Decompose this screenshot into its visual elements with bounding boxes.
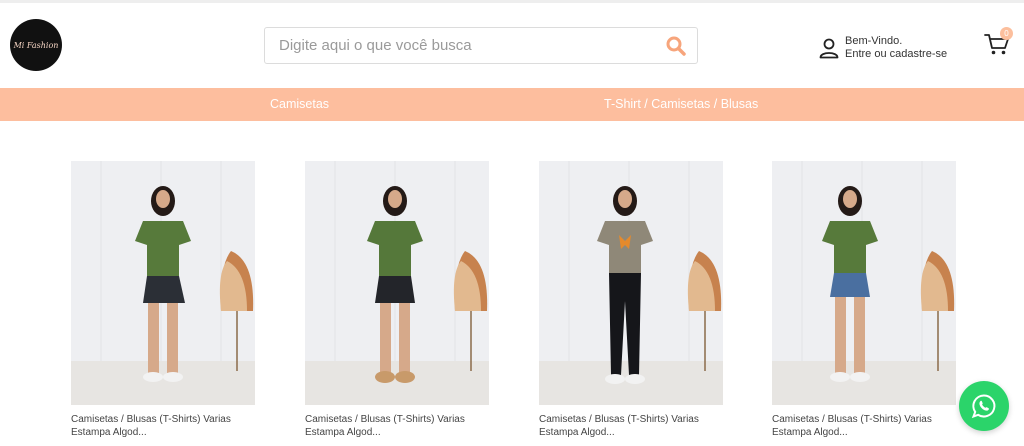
product-image[interactable] — [71, 161, 255, 405]
whatsapp-button[interactable] — [959, 381, 1009, 431]
product-title[interactable]: Camisetas / Blusas (T-Shirts) Varias Est… — [305, 413, 505, 439]
search-icon — [666, 36, 686, 56]
product-title[interactable]: Camisetas / Blusas (T-Shirts) Varias Est… — [539, 413, 739, 439]
user-icon — [819, 38, 839, 59]
whatsapp-icon — [971, 394, 996, 419]
product-title-line: Camisetas / Blusas (T-Shirts) Varias — [772, 414, 932, 425]
product-card[interactable]: Camisetas / Blusas (T-Shirts) Varias Est… — [772, 160, 956, 446]
account-greeting: Bem-Vindo. — [845, 35, 903, 47]
product-title[interactable]: Camisetas / Blusas (T-Shirts) Varias Est… — [772, 413, 972, 439]
product-card[interactable]: Camisetas / Blusas (T-Shirts) Varias Est… — [305, 160, 489, 446]
product-title-line: Camisetas / Blusas (T-Shirts) Varias — [539, 414, 699, 425]
product-title[interactable]: Camisetas / Blusas (T-Shirts) Varias Est… — [71, 413, 271, 439]
search-button[interactable] — [665, 35, 687, 57]
product-title-line: Estampa Algod... — [305, 427, 381, 438]
product-title-line: Estampa Algod... — [71, 427, 147, 438]
product-title-line: Camisetas / Blusas (T-Shirts) Varias — [305, 414, 465, 425]
category-nav: Camisetas T-Shirt / Camisetas / Blusas — [0, 88, 1024, 121]
product-image[interactable] — [305, 161, 489, 405]
cart-count-badge: 0 — [1000, 27, 1013, 40]
site-header: Mi Fashion Bem-Vindo. Entre ou cadastre-… — [0, 3, 1024, 88]
product-card[interactable]: Camisetas / Blusas (T-Shirts) Varias Est… — [71, 160, 255, 446]
cart-button[interactable]: 0 — [984, 27, 1014, 61]
product-image[interactable] — [772, 161, 956, 405]
nav-item-camisetas[interactable]: Camisetas — [270, 97, 329, 111]
store-logo[interactable]: Mi Fashion — [10, 19, 62, 71]
logo-text: Mi Fashion — [13, 40, 59, 50]
nav-item-tshirt-camisetas-blusas[interactable]: T-Shirt / Camisetas / Blusas — [604, 97, 758, 111]
account-login-link[interactable]: Entre ou cadastre-se — [845, 48, 947, 61]
product-title-line: Estampa Algod... — [539, 427, 615, 438]
product-title-line: Estampa Algod... — [772, 427, 848, 438]
account-text: Bem-Vindo. Entre ou cadastre-se — [845, 35, 947, 61]
product-title-line: Camisetas / Blusas (T-Shirts) Varias — [71, 414, 231, 425]
product-grid: Camisetas / Blusas (T-Shirts) Varias Est… — [0, 160, 1024, 446]
product-image[interactable] — [539, 161, 723, 405]
account-link[interactable]: Bem-Vindo. Entre ou cadastre-se — [818, 33, 958, 63]
search-bar — [264, 27, 698, 64]
product-card[interactable]: Camisetas / Blusas (T-Shirts) Varias Est… — [539, 160, 723, 446]
search-input[interactable] — [265, 28, 655, 63]
